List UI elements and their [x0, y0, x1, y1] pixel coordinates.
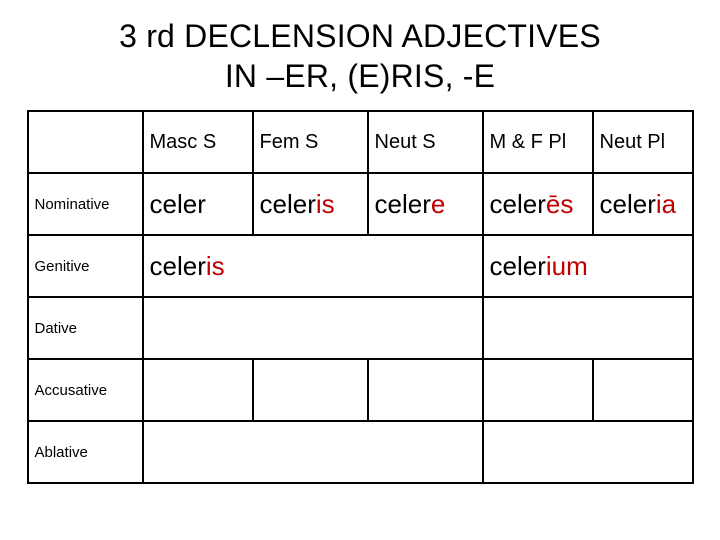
row-nominative: Nominative celer celeris celere celerēs … — [28, 173, 693, 235]
header-neut-pl: Neut Pl — [593, 111, 693, 173]
header-neut-s: Neut S — [368, 111, 483, 173]
case-accusative: Accusative — [28, 359, 143, 421]
header-row: Masc S Fem S Neut S M & F Pl Neut Pl — [28, 111, 693, 173]
header-masc-s: Masc S — [143, 111, 253, 173]
nom-npl: celeria — [593, 173, 693, 235]
acc-mfpl — [483, 359, 593, 421]
row-accusative: Accusative — [28, 359, 693, 421]
title-line1: 3 rd DECLENSION ADJECTIVES — [119, 18, 601, 54]
acc-fem — [253, 359, 368, 421]
dat-plural — [483, 297, 693, 359]
abl-plural — [483, 421, 693, 483]
abl-singular — [143, 421, 483, 483]
nom-neut: celere — [368, 173, 483, 235]
nom-masc: celer — [143, 173, 253, 235]
nom-mfpl: celerēs — [483, 173, 593, 235]
header-mf-pl: M & F Pl — [483, 111, 593, 173]
acc-neut — [368, 359, 483, 421]
case-ablative: Ablative — [28, 421, 143, 483]
row-dative: Dative — [28, 297, 693, 359]
gen-singular: celeris — [143, 235, 483, 297]
nom-fem: celeris — [253, 173, 368, 235]
dat-singular — [143, 297, 483, 359]
declension-table: Masc S Fem S Neut S M & F Pl Neut Pl Nom… — [27, 110, 694, 484]
case-nominative: Nominative — [28, 173, 143, 235]
row-ablative: Ablative — [28, 421, 693, 483]
title-line2: IN –ER, (E)RIS, -E — [225, 58, 495, 94]
header-blank — [28, 111, 143, 173]
row-genitive: Genitive celeris celerium — [28, 235, 693, 297]
gen-plural: celerium — [483, 235, 693, 297]
slide-title: 3 rd DECLENSION ADJECTIVES IN –ER, (E)RI… — [20, 16, 700, 96]
case-dative: Dative — [28, 297, 143, 359]
acc-npl — [593, 359, 693, 421]
header-fem-s: Fem S — [253, 111, 368, 173]
acc-masc — [143, 359, 253, 421]
case-genitive: Genitive — [28, 235, 143, 297]
